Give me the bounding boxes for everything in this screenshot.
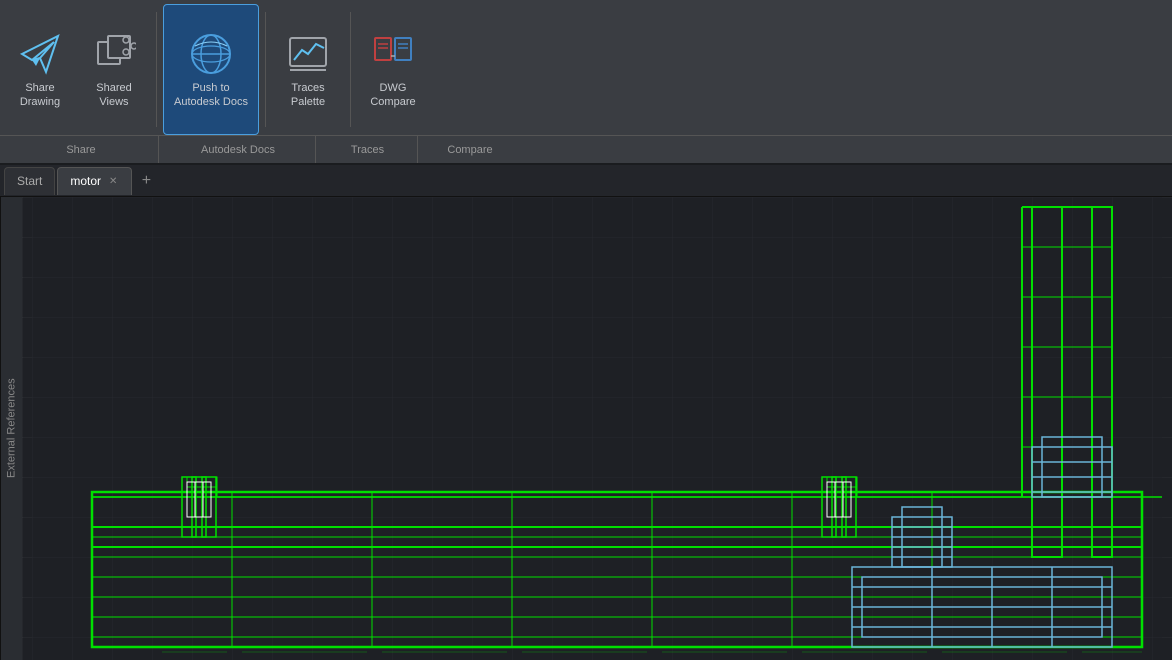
shared-views-label: SharedViews — [96, 82, 131, 108]
traces-palette-button[interactable]: TracesPalette — [272, 4, 344, 135]
dwg-compare-label: DWGCompare — [370, 82, 415, 108]
drawing-canvas[interactable] — [22, 197, 1172, 660]
add-tab-button[interactable]: + — [134, 169, 158, 193]
motor-tab[interactable]: motor ✕ — [57, 167, 132, 195]
traces-group-label: Traces — [318, 136, 418, 163]
motor-tab-close[interactable]: ✕ — [107, 174, 119, 189]
divider-2 — [265, 12, 266, 127]
push-autodesk-docs-label: Push toAutodesk Docs — [174, 82, 248, 108]
ribbon-tools: ShareDrawing SharedViews — [0, 0, 1172, 135]
main-area: External References — [0, 197, 1172, 660]
divider-1 — [156, 12, 157, 127]
external-references-panel[interactable]: External References — [0, 197, 22, 660]
share-group-label: Share — [4, 136, 159, 163]
start-tab[interactable]: Start — [4, 167, 55, 195]
external-references-label: External References — [6, 379, 18, 479]
shared-views-button[interactable]: SharedViews — [78, 4, 150, 135]
compare-group-label: Compare — [420, 136, 520, 163]
share-drawing-button[interactable]: ShareDrawing — [4, 4, 76, 135]
traces-palette-icon — [284, 30, 332, 78]
dwg-compare-icon — [369, 30, 417, 78]
traces-palette-label: TracesPalette — [291, 82, 325, 108]
shared-views-icon — [90, 30, 138, 78]
start-tab-label: Start — [17, 174, 42, 188]
share-drawing-label: ShareDrawing — [20, 82, 60, 108]
paper-plane-icon — [16, 30, 64, 78]
cad-drawing — [22, 197, 1172, 660]
autodesk-docs-group-label: Autodesk Docs — [161, 136, 316, 163]
divider-3 — [350, 12, 351, 127]
tabs-bar: Start motor ✕ + — [0, 165, 1172, 197]
push-autodesk-docs-button[interactable]: Push toAutodesk Docs — [163, 4, 259, 135]
dwg-compare-button[interactable]: DWGCompare — [357, 4, 429, 135]
ribbon: ShareDrawing SharedViews — [0, 0, 1172, 165]
ribbon-group-labels: Share Autodesk Docs Traces Compare — [0, 135, 1172, 163]
autodesk-globe-icon — [187, 30, 235, 78]
motor-tab-label: motor — [70, 174, 101, 188]
